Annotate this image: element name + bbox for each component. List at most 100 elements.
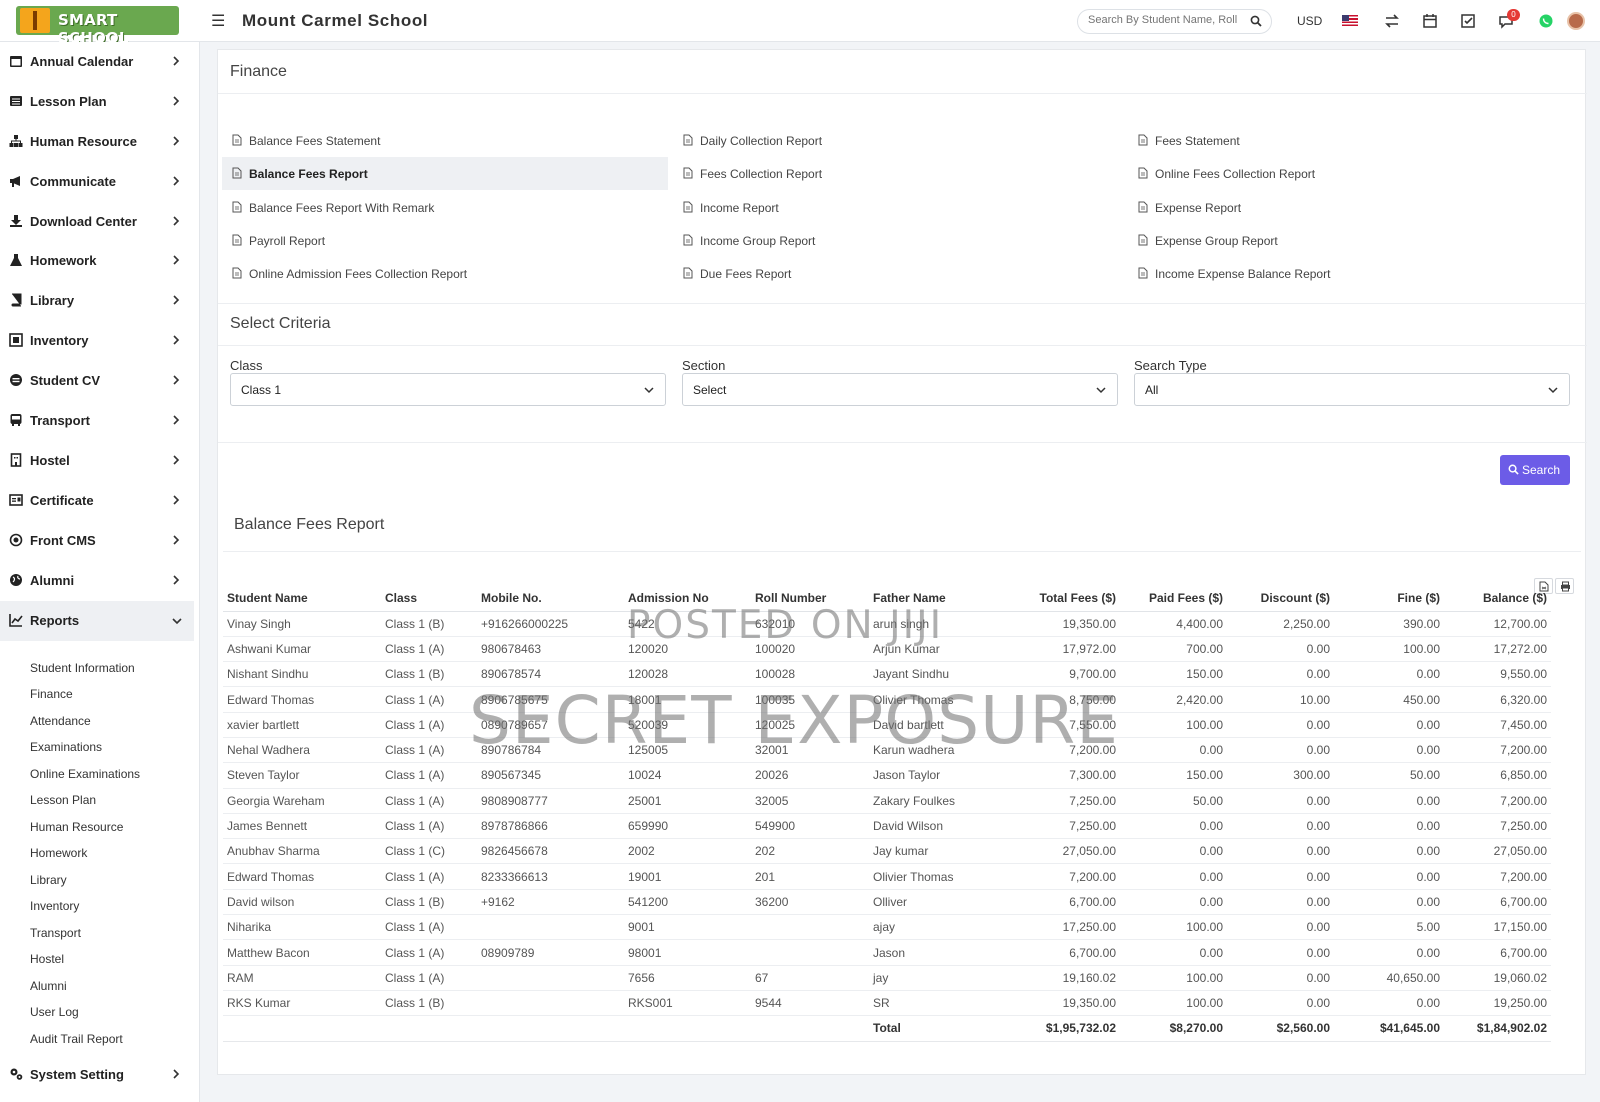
table-cell: Class 1 (B): [381, 661, 477, 688]
submenu-item-student-information[interactable]: Student Information: [30, 661, 135, 675]
submenu-item-audit-trail-report[interactable]: Audit Trail Report: [30, 1032, 123, 1046]
search-type-select[interactable]: All: [1134, 373, 1570, 406]
submenu-item-attendance[interactable]: Attendance: [30, 714, 91, 728]
table-cell: 17,972.00: [982, 636, 1120, 663]
table-cell: 100.00: [1120, 990, 1227, 1017]
sidebar-item-homework[interactable]: Homework: [0, 241, 194, 281]
report-link[interactable]: Income Expense Balance Report: [1128, 257, 1574, 290]
column-header[interactable]: Mobile No.: [477, 585, 624, 612]
sidebar-item-library[interactable]: Library: [0, 281, 194, 321]
student-search[interactable]: [1077, 9, 1272, 34]
table-cell: David Wilson: [869, 813, 982, 840]
submenu-item-lesson-plan[interactable]: Lesson Plan: [30, 793, 96, 807]
report-link[interactable]: Payroll Report: [222, 224, 668, 257]
submenu-item-alumni[interactable]: Alumni: [30, 979, 67, 993]
submenu-item-inventory[interactable]: Inventory: [30, 899, 79, 913]
report-link[interactable]: Online Admission Fees Collection Report: [222, 257, 668, 290]
report-link[interactable]: Daily Collection Report: [673, 124, 1119, 157]
student-search-input[interactable]: [1088, 14, 1238, 26]
table-cell: Class 1 (A): [381, 863, 477, 890]
table-cell: Class 1 (A): [381, 737, 477, 764]
print-button[interactable]: [1555, 578, 1574, 594]
column-header[interactable]: Balance ($): [1444, 585, 1551, 612]
table-cell: 7,250.00: [1444, 813, 1551, 840]
column-header[interactable]: Admission No: [624, 585, 751, 612]
column-header[interactable]: Father Name: [869, 585, 982, 612]
us-flag-icon[interactable]: [1342, 15, 1358, 26]
column-header[interactable]: Class: [381, 585, 477, 612]
sidebar-item-label: Hostel: [30, 453, 70, 468]
table-cell: 08909789: [477, 939, 624, 966]
table-cell: +9162: [477, 889, 624, 916]
search-icon[interactable]: [1250, 15, 1262, 27]
report-link[interactable]: Income Report: [673, 191, 1119, 224]
table-cell: 7,450.00: [1444, 712, 1551, 738]
table-cell: 50.00: [1120, 788, 1227, 814]
section-select[interactable]: Select: [682, 373, 1118, 406]
chevron-right-icon: [173, 455, 180, 465]
currency-selector[interactable]: USD: [1297, 14, 1322, 28]
submenu-item-online-examinations[interactable]: Online Examinations: [30, 767, 140, 781]
report-link[interactable]: Online Fees Collection Report: [1128, 157, 1574, 190]
task-check-icon[interactable]: [1459, 12, 1477, 30]
sidebar-item-hostel[interactable]: Hostel: [0, 441, 194, 481]
column-header[interactable]: Total Fees ($): [982, 585, 1120, 612]
column-header[interactable]: Roll Number: [751, 585, 869, 612]
sidebar-item-system-setting[interactable]: System Setting: [0, 1055, 194, 1095]
table-row: Nehal Wadhera Class 1 (A) 890786784 125005 3…: [223, 737, 1551, 764]
report-link[interactable]: Fees Collection Report: [673, 157, 1119, 190]
class-select[interactable]: Class 1: [230, 373, 666, 406]
submenu-item-transport[interactable]: Transport: [30, 926, 81, 940]
column-header[interactable]: Discount ($): [1227, 585, 1334, 612]
logo[interactable]: SMART SCHOOL: [16, 6, 179, 47]
column-header[interactable]: Student Name: [223, 585, 381, 612]
table-cell: 201: [751, 863, 869, 890]
table-cell: 100.00: [1120, 965, 1227, 991]
sidebar-item-lesson-plan[interactable]: Lesson Plan: [0, 82, 194, 122]
sidebar-item-student-cv[interactable]: Student CV: [0, 361, 194, 401]
submenu-item-examinations[interactable]: Examinations: [30, 740, 102, 754]
submenu-item-hostel[interactable]: Hostel: [30, 952, 64, 966]
column-header[interactable]: Paid Fees ($): [1120, 585, 1227, 612]
calendar-icon[interactable]: [1421, 12, 1439, 30]
sidebar-item-inventory[interactable]: Inventory: [0, 321, 194, 361]
submenu-item-human-resource[interactable]: Human Resource: [30, 820, 123, 834]
table-cell: 6,850.00: [1444, 762, 1551, 789]
table-row: Steven Taylor Class 1 (A) 890567345 10024 20…: [223, 762, 1551, 789]
report-link[interactable]: Expense Group Report: [1128, 224, 1574, 257]
menu-toggle-icon[interactable]: ☰: [211, 11, 225, 31]
user-avatar[interactable]: [1567, 12, 1585, 30]
report-link[interactable]: Fees Statement: [1128, 124, 1574, 157]
sidebar-item-human-resource[interactable]: Human Resource: [0, 122, 194, 162]
sidebar-item-transport[interactable]: Transport: [0, 401, 194, 441]
table-cell: [477, 965, 624, 991]
class-select-value: Class 1: [241, 383, 282, 397]
sidebar-item-reports[interactable]: Reports: [0, 601, 194, 641]
search-button[interactable]: Search: [1500, 455, 1570, 485]
report-link[interactable]: Balance Fees Statement: [222, 124, 668, 157]
report-link[interactable]: Balance Fees Report With Remark: [222, 191, 668, 224]
submenu-item-user-log[interactable]: User Log: [30, 1005, 79, 1019]
report-link[interactable]: Due Fees Report: [673, 257, 1119, 290]
switch-icon[interactable]: [1383, 12, 1401, 30]
submenu-item-homework[interactable]: Homework: [30, 846, 87, 860]
report-link[interactable]: Balance Fees Report: [222, 157, 668, 191]
sidebar-item-certificate[interactable]: Certificate: [0, 481, 194, 521]
column-header[interactable]: Fine ($): [1334, 585, 1444, 612]
sidebar-item-communicate[interactable]: Communicate: [0, 162, 194, 202]
table-row: xavier bartlett Class 1 (A) 0890789657 5200…: [223, 712, 1551, 738]
sidebar-item-alumni[interactable]: Alumni: [0, 561, 194, 601]
report-link[interactable]: Income Group Report: [673, 224, 1119, 257]
file-text-icon: [232, 201, 242, 213]
submenu-item-finance[interactable]: Finance: [30, 687, 73, 701]
table-cell: 0.00: [1227, 712, 1334, 738]
whatsapp-icon[interactable]: [1537, 12, 1555, 30]
report-link[interactable]: Expense Report: [1128, 191, 1574, 224]
sidebar-item-annual-calendar[interactable]: Annual Calendar: [0, 42, 194, 82]
sidebar-item-front-cms[interactable]: Front CMS: [0, 521, 194, 561]
sidebar-item-download-center[interactable]: Download Center: [0, 202, 194, 242]
section-select-value: Select: [693, 383, 727, 397]
table-row: David wilson Class 1 (B) +9162 541200 36200 O…: [223, 889, 1551, 916]
submenu-item-library[interactable]: Library: [30, 873, 67, 887]
table-cell: 0.00: [1227, 813, 1334, 840]
